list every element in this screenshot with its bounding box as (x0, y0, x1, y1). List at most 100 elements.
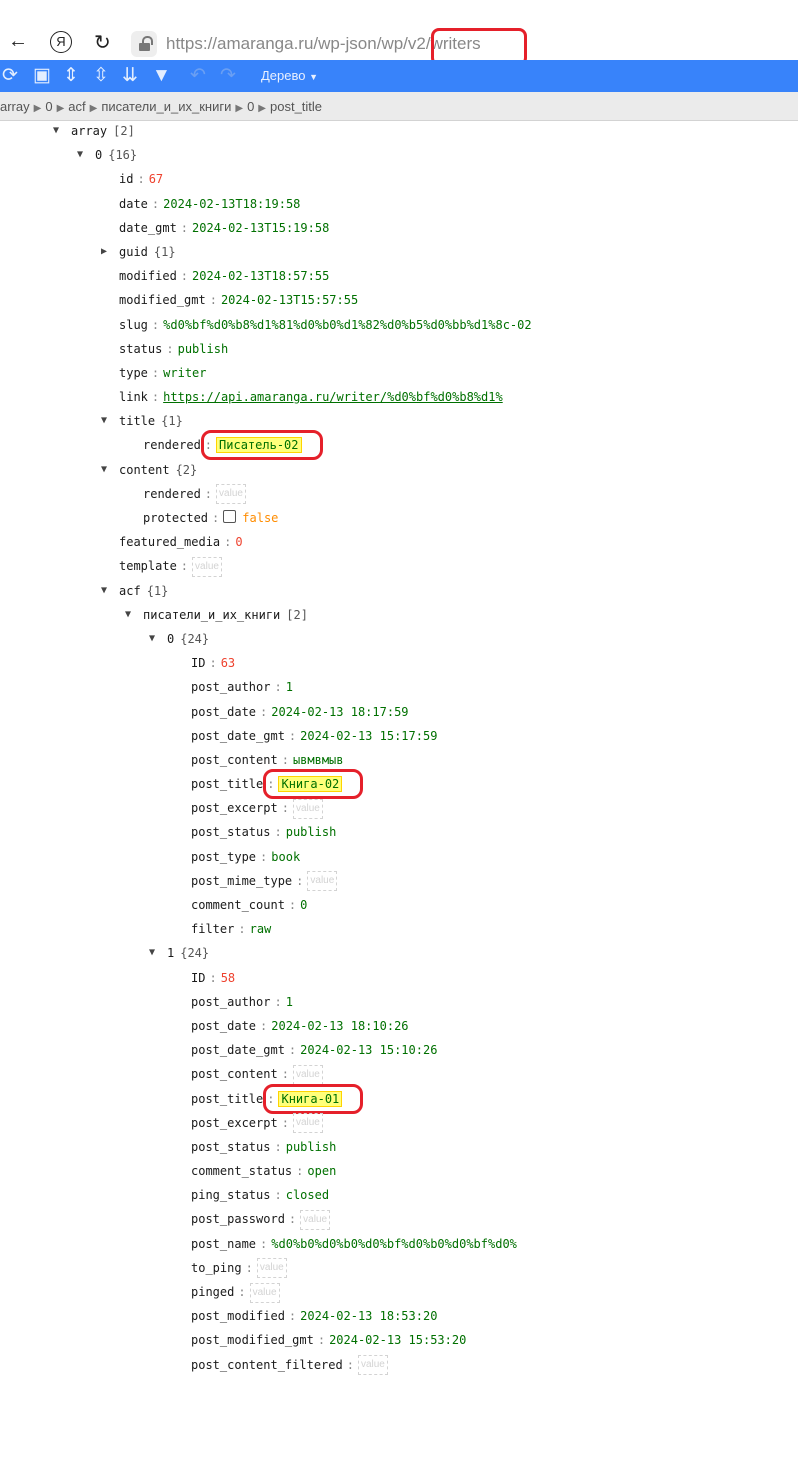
field-key[interactable]: post_content (191, 753, 278, 767)
field-key[interactable]: rendered (143, 438, 201, 452)
empty-value-field[interactable]: value (292, 798, 323, 819)
field-key[interactable]: title (119, 414, 155, 428)
value-field[interactable]: Книга-02 (278, 776, 343, 793)
field-key[interactable]: featured_media (119, 535, 220, 549)
value-field[interactable]: 2024-02-13 15:10:26 (300, 1043, 437, 1057)
collapsed-triangle-icon[interactable]: ▶ (98, 240, 110, 264)
field-key[interactable]: 0 (95, 148, 102, 162)
field-key[interactable]: to_ping (191, 1261, 242, 1275)
field-key[interactable]: ID (191, 656, 205, 670)
value-field[interactable]: publish (178, 342, 229, 356)
breadcrumb-item[interactable]: array (0, 99, 30, 114)
expanded-triangle-icon[interactable]: ▼ (146, 941, 158, 965)
field-key[interactable]: template (119, 559, 177, 573)
refresh-icon[interactable]: ⟳ (2, 64, 18, 88)
field-key[interactable]: ping_status (191, 1188, 270, 1202)
field-key[interactable]: post_modified_gmt (191, 1333, 314, 1347)
field-key[interactable]: post_author (191, 995, 270, 1009)
field-key[interactable]: писатели_и_их_книги (143, 608, 280, 622)
link-value[interactable]: https://api.amaranga.ru/writer/%d0%bf%d0… (163, 385, 503, 409)
empty-value-field[interactable]: value (216, 484, 246, 505)
value-field[interactable]: 1 (286, 995, 293, 1009)
field-key[interactable]: modified (119, 269, 177, 283)
redo-icon[interactable]: ↷ (220, 64, 236, 88)
field-key[interactable]: status (119, 342, 162, 356)
field-key[interactable]: post_date (191, 1019, 256, 1033)
checkbox[interactable] (223, 510, 237, 523)
expanded-triangle-icon[interactable]: ▼ (98, 579, 110, 603)
field-key[interactable]: post_title (191, 777, 263, 791)
yandex-icon[interactable]: Я (50, 31, 72, 53)
field-key[interactable]: 1 (167, 946, 174, 960)
field-key[interactable]: post_content (191, 1067, 278, 1081)
expanded-triangle-icon[interactable]: ▼ (98, 409, 110, 433)
field-key[interactable]: post_type (191, 850, 256, 864)
field-key[interactable]: acf (119, 584, 141, 598)
field-key[interactable]: array (71, 124, 107, 138)
expanded-triangle-icon[interactable]: ▼ (74, 143, 86, 167)
field-key[interactable]: post_excerpt (191, 1116, 278, 1130)
field-key[interactable]: ID (191, 971, 205, 985)
field-key[interactable]: link (119, 390, 148, 404)
field-key[interactable]: 0 (167, 632, 174, 646)
field-key[interactable]: rendered (143, 487, 201, 501)
value-field[interactable]: %d0%bf%d0%b8%d1%81%d0%b0%d1%82%d0%b5%d0%… (163, 318, 531, 332)
field-key[interactable]: post_date_gmt (191, 1043, 285, 1057)
reload-icon[interactable]: ↻ (94, 30, 111, 55)
field-key[interactable]: guid (119, 245, 148, 259)
field-key[interactable]: id (119, 172, 133, 186)
value-field[interactable]: raw (250, 922, 272, 936)
value-field[interactable]: closed (286, 1188, 329, 1202)
breadcrumb-item[interactable]: 0 (45, 99, 52, 114)
field-key[interactable]: post_modified (191, 1309, 285, 1323)
value-field[interactable]: 67 (149, 172, 163, 186)
collapse-all-icon[interactable]: ⇳ (93, 64, 109, 88)
field-key[interactable]: post_excerpt (191, 801, 278, 815)
breadcrumb-item[interactable]: acf (68, 99, 85, 114)
field-key[interactable]: post_status (191, 1140, 270, 1154)
value-field[interactable]: book (271, 850, 300, 864)
value-field[interactable]: 2024-02-13 18:10:26 (271, 1019, 408, 1033)
field-key[interactable]: pinged (191, 1285, 234, 1299)
empty-value-field[interactable]: value (249, 1282, 280, 1303)
value-field[interactable]: Писатель-02 (216, 437, 302, 454)
expanded-triangle-icon[interactable]: ▼ (50, 119, 62, 143)
undo-icon[interactable]: ↶ (190, 64, 206, 88)
expanded-triangle-icon[interactable]: ▼ (122, 603, 134, 627)
field-key[interactable]: post_date_gmt (191, 729, 285, 743)
filter-icon[interactable]: ▼ (152, 64, 171, 88)
value-field[interactable]: writer (163, 366, 206, 380)
field-key[interactable]: post_mime_type (191, 874, 292, 888)
field-key[interactable]: modified_gmt (119, 293, 206, 307)
back-arrow-icon[interactable]: ← (8, 30, 28, 53)
value-field[interactable]: 2024-02-13 18:17:59 (271, 705, 408, 719)
empty-value-field[interactable]: value (292, 1064, 323, 1085)
field-key[interactable]: post_content_filtered (191, 1358, 343, 1372)
value-field[interactable]: ывмвмыв (293, 753, 344, 767)
save-icon[interactable]: ▣ (33, 64, 51, 88)
field-key[interactable]: post_status (191, 825, 270, 839)
mode-dropdown[interactable]: Дерево ▼ (261, 68, 318, 83)
value-field[interactable]: 2024-02-13T15:19:58 (192, 221, 329, 235)
field-key[interactable]: post_title (191, 1092, 263, 1106)
empty-value-field[interactable]: value (300, 1209, 331, 1230)
empty-value-field[interactable]: value (307, 871, 338, 892)
value-field[interactable]: publish (286, 1140, 337, 1154)
value-field[interactable]: 58 (221, 971, 235, 985)
value-field[interactable]: open (307, 1164, 336, 1178)
field-key[interactable]: date (119, 197, 148, 211)
field-key[interactable]: slug (119, 318, 148, 332)
field-key[interactable]: comment_status (191, 1164, 292, 1178)
value-field[interactable]: 2024-02-13T18:19:58 (163, 197, 300, 211)
value-field[interactable]: 2024-02-13 18:53:20 (300, 1309, 437, 1323)
field-key[interactable]: post_author (191, 680, 270, 694)
value-field[interactable]: 1 (286, 680, 293, 694)
breadcrumb-item[interactable]: 0 (247, 99, 254, 114)
expanded-triangle-icon[interactable]: ▼ (98, 458, 110, 482)
empty-value-field[interactable]: value (292, 1113, 323, 1134)
breadcrumb-item[interactable]: post_title (270, 99, 322, 114)
value-field[interactable]: publish (286, 825, 337, 839)
empty-value-field[interactable]: value (256, 1258, 287, 1279)
sort-icon[interactable]: ⇊ (122, 64, 138, 88)
field-key[interactable]: filter (191, 922, 234, 936)
